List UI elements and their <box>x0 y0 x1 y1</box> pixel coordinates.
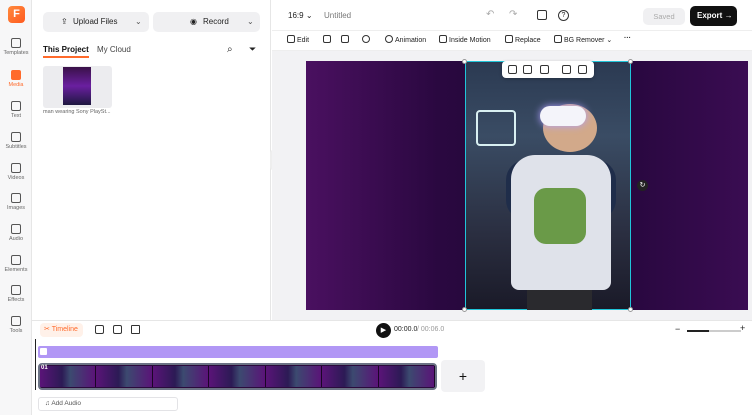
scissors-icon: ✂ <box>44 326 50 333</box>
rotate-icon[interactable]: ↻ <box>637 180 648 191</box>
record-button[interactable]: ◉ Record ⌄ <box>153 12 260 32</box>
bg-remover-icon <box>554 35 562 43</box>
audio-track[interactable] <box>38 346 438 358</box>
delete-clip-icon[interactable] <box>131 325 140 334</box>
person-pants <box>527 290 592 310</box>
total-time: / 00:06.0 <box>417 326 445 333</box>
add-audio-button[interactable]: ♫ Add Audio <box>38 397 178 411</box>
rail-subtitles[interactable]: Subtitles <box>0 132 32 150</box>
audio-icon <box>11 224 21 234</box>
rail-effects[interactable]: Effects <box>0 285 32 303</box>
media-tabs: This Project <box>43 45 89 58</box>
chevron-down-icon: ⌄ <box>305 11 313 20</box>
delete-icon[interactable] <box>578 65 587 74</box>
chevron-down-icon[interactable]: ⌄ <box>135 12 142 32</box>
duplicate-clip-icon[interactable] <box>113 325 122 334</box>
playhead[interactable] <box>35 339 36 390</box>
shirt-print <box>534 188 586 244</box>
clip-index: 01 <box>41 365 48 371</box>
rail-tools[interactable]: Tools <box>0 316 32 334</box>
audio-lock-icon <box>40 348 47 355</box>
flip-icon <box>323 35 331 43</box>
rail-text[interactable]: Text <box>0 101 32 119</box>
timeline-toggle[interactable]: ✂ Timeline <box>40 323 83 337</box>
replace-icon <box>505 35 513 43</box>
align-icon[interactable] <box>508 65 517 74</box>
current-time: 00:00.0 <box>394 326 418 333</box>
project-title[interactable]: Untitled <box>324 11 351 20</box>
rail-videos[interactable]: Videos <box>0 163 32 181</box>
neon-sign <box>476 110 516 146</box>
upload-files-button[interactable]: ⇪ Upload Files ⌄ <box>43 12 149 32</box>
more-icon[interactable]: ··· <box>624 35 631 42</box>
arrow-right-icon: → <box>724 11 733 20</box>
videos-icon <box>11 163 21 173</box>
chevron-down-icon: ⌄ <box>606 37 613 44</box>
play-button[interactable]: ▶ <box>376 323 391 338</box>
animation-button[interactable]: Animation <box>385 35 426 44</box>
tab-this-project[interactable]: This Project <box>43 45 89 58</box>
media-caption: man wearing Sony PlaySt... <box>43 109 111 115</box>
resize-handle-bl[interactable] <box>462 307 467 312</box>
help-icon[interactable]: ? <box>558 10 569 21</box>
media-icon <box>11 70 21 80</box>
images-icon <box>11 193 21 203</box>
split-icon[interactable] <box>95 325 104 334</box>
resize-handle-tr[interactable] <box>628 59 633 64</box>
layer-floating-toolbar <box>502 61 594 78</box>
music-note-icon: ♫ <box>45 400 50 407</box>
resize-handle-br[interactable] <box>628 307 633 312</box>
chevron-down-icon[interactable]: ⌄ <box>247 12 254 32</box>
animation-icon <box>385 35 393 43</box>
duplicate-icon[interactable] <box>562 65 571 74</box>
zoom-slider-fill <box>687 330 709 332</box>
saved-button[interactable]: Saved <box>643 8 685 25</box>
mask-icon <box>362 35 370 43</box>
bg-remover-button[interactable]: BG Remover ⌄ <box>554 35 612 44</box>
text-icon <box>11 101 21 111</box>
zoom-slider[interactable] <box>687 330 741 332</box>
rail-elements[interactable]: Elements <box>0 255 32 273</box>
app-logo[interactable]: F <box>8 6 25 23</box>
tab-my-cloud[interactable]: My Cloud <box>97 45 131 54</box>
aspect-ratio-select[interactable]: 16:9 ⌄ <box>288 11 313 20</box>
templates-icon <box>11 38 21 48</box>
upload-icon: ⇪ <box>61 17 68 26</box>
left-rail: F Templates Media Text Subtitles Videos … <box>0 0 32 415</box>
inside-motion-button[interactable]: Inside Motion <box>439 35 491 44</box>
rail-audio[interactable]: Audio <box>0 224 32 242</box>
redo-icon[interactable]: ↷ <box>509 9 517 20</box>
export-button[interactable]: Export → <box>690 6 737 26</box>
tools-icon <box>11 316 21 326</box>
add-clip-button[interactable]: + <box>441 360 485 392</box>
media-thumbnail-image <box>63 67 91 105</box>
rail-templates[interactable]: Templates <box>0 38 32 56</box>
undo-icon[interactable]: ↶ <box>486 9 494 20</box>
subtitles-icon <box>11 132 21 142</box>
resize-handle-tl[interactable] <box>462 59 467 64</box>
edit-button[interactable]: Edit <box>287 35 309 44</box>
record-icon: ◉ <box>190 17 197 26</box>
screenshot-icon[interactable] <box>537 10 547 20</box>
mask-button[interactable] <box>362 35 372 44</box>
filter-icon[interactable]: ⏷ <box>249 44 256 55</box>
inside-motion-icon <box>439 35 447 43</box>
edit-toolbar: Edit Animation Inside Motion Replace BG … <box>272 31 752 51</box>
search-icon[interactable]: ⌕ <box>227 44 233 55</box>
video-clip[interactable] <box>38 363 437 390</box>
crop-icon <box>341 35 349 43</box>
lock-icon[interactable] <box>540 65 549 74</box>
flip-button[interactable] <box>323 35 333 44</box>
rail-media[interactable]: Media <box>0 70 32 88</box>
zoom-out-icon[interactable]: − <box>675 324 680 334</box>
zoom-in-icon[interactable]: + <box>740 323 745 333</box>
layers-icon[interactable] <box>523 65 532 74</box>
vr-headset <box>540 106 586 126</box>
rail-images[interactable]: Images <box>0 193 32 211</box>
edit-icon <box>287 35 295 43</box>
replace-button[interactable]: Replace <box>505 35 541 44</box>
elements-icon <box>11 255 21 265</box>
crop-button[interactable] <box>341 35 351 44</box>
effects-icon <box>11 285 21 295</box>
